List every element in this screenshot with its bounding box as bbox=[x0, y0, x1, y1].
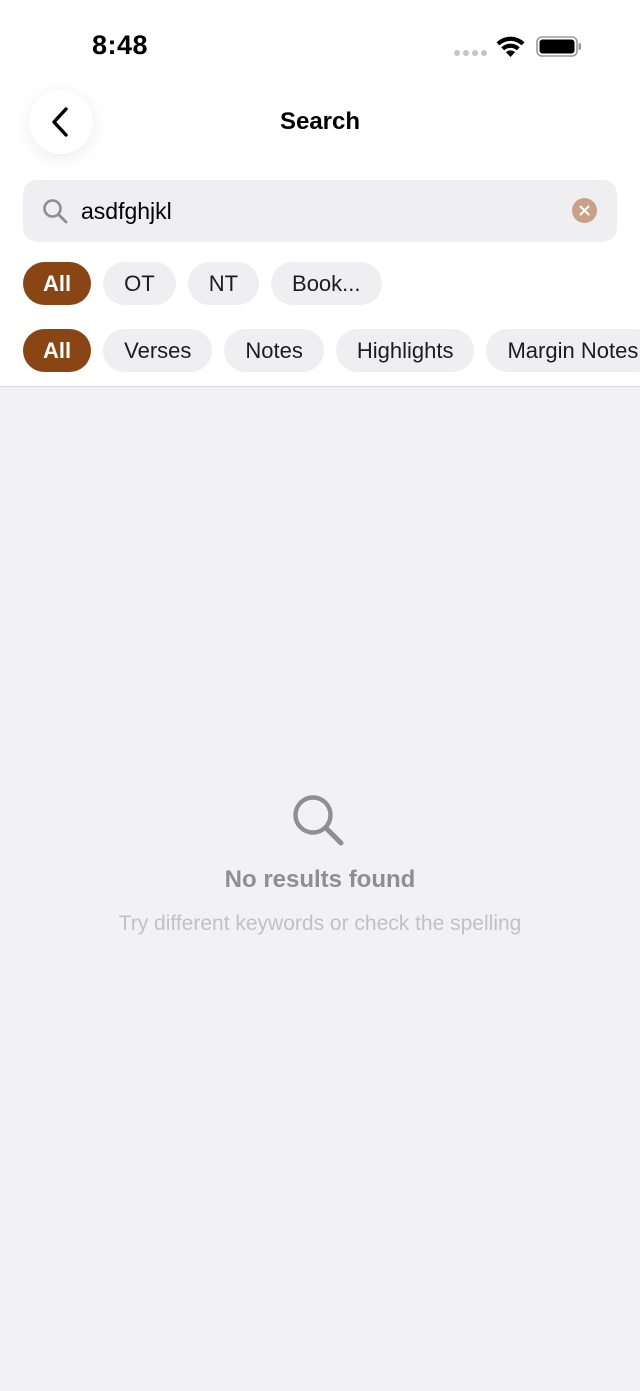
scope-filter-row: All OT NT Book... bbox=[23, 262, 382, 305]
battery-icon bbox=[536, 36, 581, 57]
search-icon bbox=[43, 199, 68, 224]
scope-chip-book[interactable]: Book... bbox=[271, 262, 382, 305]
wifi-icon bbox=[496, 36, 525, 57]
type-filter-row: All Verses Notes Highlights Margin Notes bbox=[23, 329, 640, 372]
search-screen: 8:48 Search asdfghjkl All OT NT Book... … bbox=[0, 0, 640, 1391]
scope-chip-ot[interactable]: OT bbox=[103, 262, 176, 305]
search-input[interactable] bbox=[81, 190, 561, 232]
scope-chip-all[interactable]: All bbox=[23, 262, 92, 305]
top-panel: 8:48 Search asdfghjkl All OT NT Book... … bbox=[0, 0, 640, 387]
empty-state-search-icon bbox=[293, 795, 344, 846]
empty-state-title: No results found bbox=[224, 866, 416, 893]
empty-state-subtitle: Try different keywords or check the spel… bbox=[118, 912, 522, 935]
search-field[interactable] bbox=[23, 180, 617, 242]
type-chip-highlights[interactable]: Highlights bbox=[335, 329, 475, 372]
clear-search-button[interactable] bbox=[572, 198, 597, 223]
type-chip-notes[interactable]: Notes bbox=[224, 329, 324, 372]
type-chip-margin-notes[interactable]: Margin Notes bbox=[486, 329, 640, 372]
scope-chip-nt[interactable]: NT bbox=[187, 262, 260, 305]
page-title: Search bbox=[279, 108, 361, 135]
status-time: 8:48 bbox=[92, 30, 149, 60]
clear-icon bbox=[579, 205, 590, 216]
type-chip-verses[interactable]: Verses bbox=[103, 329, 213, 372]
type-chip-all[interactable]: All bbox=[23, 329, 92, 372]
cellular-signal-icon bbox=[454, 50, 487, 56]
